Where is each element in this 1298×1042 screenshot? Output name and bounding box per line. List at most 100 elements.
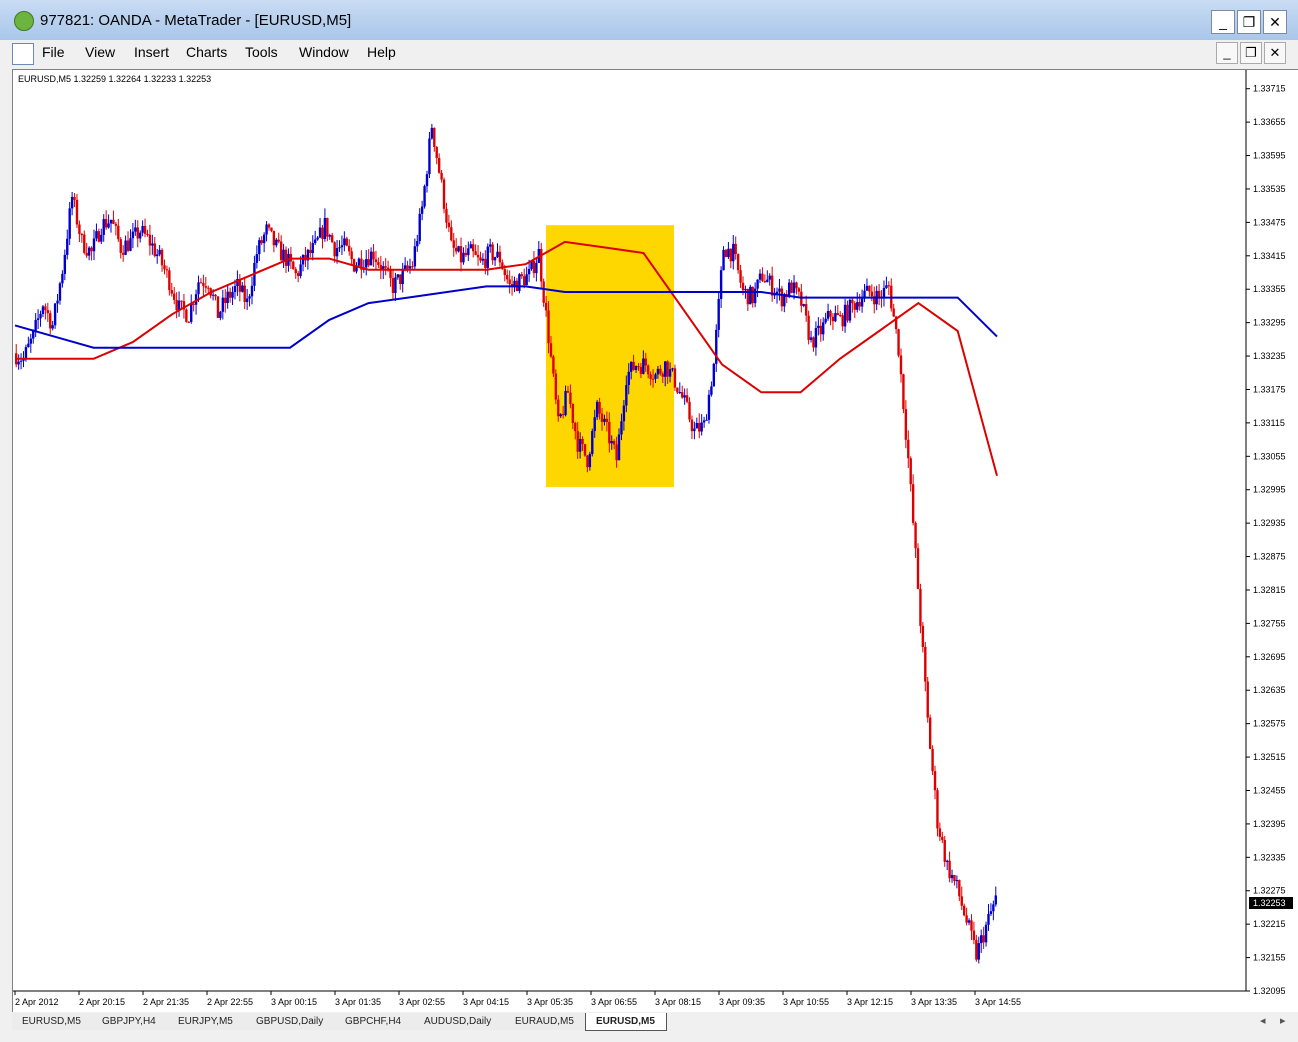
candle-body	[411, 266, 414, 268]
candle-body	[960, 896, 963, 906]
price-tick-label: 1.32575	[1253, 719, 1286, 729]
chart-tab[interactable]: EURUSD,M5	[12, 1013, 95, 1030]
menu-file[interactable]: File	[42, 44, 65, 60]
chart-tab-active[interactable]: EURUSD,M5	[585, 1013, 667, 1031]
candle-body	[163, 265, 166, 270]
candle-body	[513, 280, 516, 286]
candle-body	[865, 285, 869, 291]
candle-body	[654, 374, 657, 379]
time-tick-label: 3 Apr 06:55	[591, 997, 637, 1007]
candle-body	[824, 318, 827, 323]
candle-body	[685, 395, 689, 402]
candle-body	[136, 227, 139, 239]
candle-body	[129, 238, 132, 251]
mdi-minimize-icon[interactable]: _	[1216, 42, 1238, 64]
menu-help[interactable]: Help	[367, 44, 396, 60]
mdi-close-icon[interactable]: ✕	[1264, 42, 1286, 64]
price-chart[interactable]: 1.33715 1.33655 1.33595 1.33535 1.33475 1.334…	[13, 70, 1298, 1013]
minimize-window-icon[interactable]: _	[1211, 10, 1235, 34]
candle-body	[173, 293, 176, 300]
candle-body	[948, 860, 951, 879]
candle-body	[841, 315, 844, 327]
candle-body	[800, 291, 803, 306]
candle-body	[481, 258, 485, 261]
candle-body	[469, 244, 472, 249]
candle-body	[741, 282, 745, 291]
price-tick-label: 1.33115	[1253, 418, 1285, 428]
chart-tab[interactable]: EURJPY,M5	[168, 1013, 249, 1030]
candle-body	[503, 269, 506, 276]
chart-tab[interactable]: GBPCHF,H4	[335, 1013, 417, 1030]
chart-window[interactable]: 1.33715 1.33655 1.33595 1.33535 1.33475 1.334…	[12, 69, 1298, 1013]
candle-body	[433, 127, 436, 147]
candle-body	[155, 254, 159, 257]
candle-body	[924, 646, 927, 682]
menu-view[interactable]: View	[85, 44, 115, 60]
candle-body	[571, 403, 575, 423]
close-window-icon[interactable]: ✕	[1263, 10, 1287, 34]
candle-body	[471, 244, 475, 252]
candle-body	[593, 417, 596, 432]
candle-body	[85, 252, 88, 256]
price-tick-label: 1.32095	[1253, 986, 1286, 996]
candle-body	[639, 366, 643, 374]
candle-body	[826, 311, 830, 319]
candle-body	[202, 282, 205, 287]
menu-charts[interactable]: Charts	[186, 44, 227, 60]
chart-tab[interactable]: AUDUSD,Daily	[414, 1013, 508, 1030]
candle-body	[958, 879, 961, 897]
candle-body	[418, 213, 421, 242]
candle-body	[442, 179, 446, 209]
chart-tab[interactable]: EURAUD,M5	[505, 1013, 588, 1030]
menu-tools[interactable]: Tools	[245, 44, 278, 60]
candle-body	[100, 234, 103, 242]
candle-body	[642, 358, 645, 374]
candle-body	[457, 246, 460, 252]
candle-body	[493, 257, 497, 261]
candle-body	[143, 225, 147, 234]
candle-body	[279, 241, 283, 261]
restore-window-icon[interactable]: ❐	[1237, 10, 1261, 34]
candle-body	[333, 242, 336, 257]
candle-body	[664, 361, 667, 377]
candle-body	[695, 422, 699, 429]
tabs-scroll-right-icon[interactable]: ▸	[1280, 1014, 1286, 1027]
chart-document-icon[interactable]	[12, 43, 34, 65]
candle-body	[416, 241, 419, 247]
candle-body	[275, 239, 278, 246]
candle-body	[554, 373, 558, 400]
chart-tab[interactable]: GBPJPY,H4	[92, 1013, 171, 1030]
candle-body	[484, 258, 487, 268]
price-tick-label: 1.32275	[1253, 886, 1286, 896]
candle-body	[542, 281, 545, 303]
price-tick-label: 1.32155	[1253, 953, 1286, 963]
candle-body	[795, 282, 798, 289]
time-tick-label: 3 Apr 13:35	[911, 997, 957, 1007]
menu-insert[interactable]: Insert	[134, 44, 169, 60]
candle-body	[151, 243, 154, 246]
price-tick-label: 1.33535	[1253, 184, 1286, 194]
candle-body	[681, 392, 684, 398]
candle-body	[498, 251, 502, 263]
candle-body	[267, 224, 271, 228]
candle-body	[107, 223, 110, 228]
mdi-restore-icon[interactable]: ❐	[1240, 42, 1262, 64]
candle-body	[965, 915, 968, 923]
candle-body	[170, 290, 173, 294]
candle-body	[168, 270, 171, 291]
candle-body	[982, 935, 985, 943]
candle-body	[452, 240, 455, 248]
candle-body	[146, 233, 149, 235]
candle-body	[608, 422, 611, 444]
price-tick-label: 1.32875	[1253, 552, 1286, 562]
tabs-scroll-left-icon[interactable]: ◂	[1260, 1014, 1266, 1027]
candle-body	[34, 319, 37, 331]
candle-body	[454, 247, 458, 252]
candlesticks	[15, 123, 997, 964]
candle-body	[945, 860, 949, 862]
menu-window[interactable]: Window	[299, 44, 349, 60]
chart-tab[interactable]: GBPUSD,Daily	[246, 1013, 338, 1030]
candle-body	[131, 231, 135, 239]
candle-body	[121, 252, 125, 255]
candle-body	[962, 905, 966, 916]
